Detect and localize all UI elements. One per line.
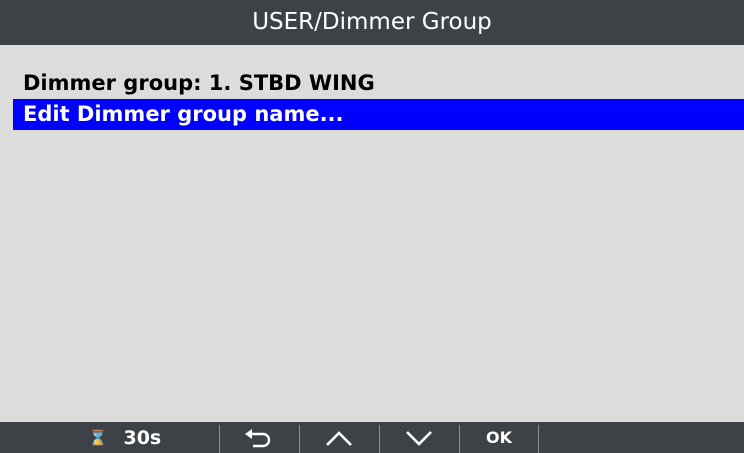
chevron-down-icon bbox=[403, 428, 435, 448]
timeout-value: 30s bbox=[123, 426, 162, 449]
hourglass-icon: ⌛ bbox=[88, 428, 108, 447]
up-button[interactable] bbox=[300, 422, 378, 453]
page-title: USER/Dimmer Group bbox=[0, 0, 744, 45]
down-button[interactable] bbox=[380, 422, 458, 453]
ok-button[interactable]: OK bbox=[460, 422, 538, 453]
dimmer-group-screen: USER/Dimmer Group Dimmer group: 1. STBD … bbox=[0, 0, 744, 453]
softkey-bar: ⌛ 30s OK bbox=[0, 422, 744, 453]
chevron-up-icon bbox=[323, 428, 355, 448]
timeout-indicator: ⌛ 30s bbox=[70, 422, 180, 453]
menu-item-dimmer-group[interactable]: Dimmer group: 1. STBD WING bbox=[13, 68, 744, 99]
menu-item-edit-name[interactable]: Edit Dimmer group name... bbox=[13, 99, 744, 130]
ok-label: OK bbox=[486, 428, 512, 447]
back-button[interactable] bbox=[220, 422, 298, 453]
softkey-divider bbox=[538, 425, 539, 453]
back-arrow-icon bbox=[243, 428, 275, 448]
menu-list: Dimmer group: 1. STBD WING Edit Dimmer g… bbox=[13, 68, 744, 130]
